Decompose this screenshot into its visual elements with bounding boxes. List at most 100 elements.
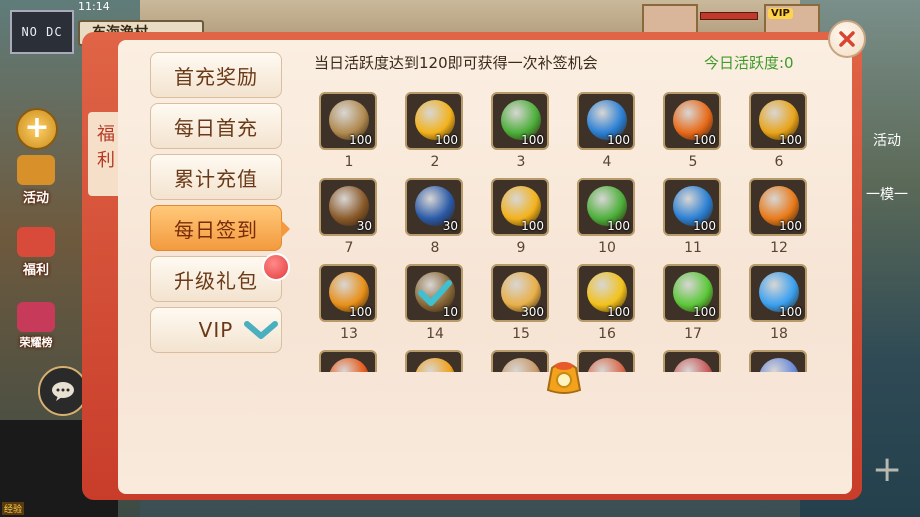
player-hp-bar [700,12,758,20]
reward-quantity: 10 [442,305,458,319]
reward-slot[interactable] [491,350,549,372]
day-number: 8 [430,240,440,256]
reward-cell[interactable]: 100 11 [650,170,736,256]
reward-cell[interactable]: 100 13 [306,256,392,342]
reward-quantity: 100 [349,305,372,319]
reward-cell[interactable]: 100 18 [736,256,820,342]
reward-slot[interactable] [405,350,463,372]
menu-label: 每日首充 [174,115,258,140]
reward-slot[interactable]: 100 [749,92,807,150]
reward-cell[interactable] [736,342,820,372]
reward-cell[interactable]: 100 9 [478,170,564,256]
panel-side-title: 福利 [97,124,115,171]
reward-slot[interactable] [749,350,807,372]
reward-slot[interactable]: 100 [577,92,635,150]
fire-orb-icon [329,358,369,372]
reward-slot[interactable]: 100 [577,178,635,236]
reward-cell[interactable]: 100 16 [564,256,650,342]
day-number: 7 [344,240,354,256]
close-icon [839,31,855,47]
day-number: 10 [598,240,616,256]
menu-daily-first-recharge[interactable]: 每日首充 [150,103,282,149]
daily-activity-value: 今日活跃度:0 [704,54,794,72]
reward-quantity: 100 [521,219,544,233]
reward-quantity: 100 [693,219,716,233]
chevron-down-icon[interactable] [244,320,278,340]
reward-slot[interactable]: 100 [577,264,635,322]
menu-label: 每日签到 [174,217,258,242]
menu-label: 升级礼包 [174,268,258,293]
reward-cell[interactable]: 100 2 [392,84,478,170]
reward-cell[interactable]: 100 12 [736,170,820,256]
reward-cell[interactable]: 100 3 [478,84,564,170]
reward-cell[interactable]: 100 4 [564,84,650,170]
mask-icon [673,358,713,372]
reward-slot[interactable]: 300 [491,264,549,322]
reward-cell[interactable]: 100 5 [650,84,736,170]
reward-slot[interactable]: 100 [749,264,807,322]
claimed-check-icon [418,280,452,306]
reward-quantity: 100 [693,305,716,319]
reward-slot[interactable]: 100 [491,92,549,150]
reward-slot[interactable]: 100 [663,92,721,150]
exp-tag: 经验 [2,502,25,515]
day-number: 1 [344,154,354,170]
reward-slot[interactable]: 30 [405,178,463,236]
day-number: 14 [426,326,444,342]
active-arrow-icon [281,220,290,238]
reward-slot[interactable]: 100 [491,178,549,236]
chat-bubble-icon [52,382,74,401]
menu-label: 首充奖励 [174,64,258,89]
reward-cell[interactable]: 100 17 [650,256,736,342]
menu-cumulative-recharge[interactable]: 累计充值 [150,154,282,200]
reward-slot[interactable]: 100 [319,264,377,322]
day-number: 2 [430,154,440,170]
reward-slot[interactable]: 100 [663,178,721,236]
menu-first-recharge[interactable]: 首充奖励 [150,52,282,98]
right-menu-mode[interactable]: 一模一 [854,184,920,204]
chat-button[interactable] [38,366,88,416]
activity-bag-icon [17,155,55,185]
side-button-honor[interactable]: 荣耀榜 [8,296,64,350]
reward-slot[interactable]: 100 [749,178,807,236]
day-number: 4 [602,154,612,170]
day-number: 5 [688,154,698,170]
reward-cell[interactable]: 100 10 [564,170,650,256]
reward-slot[interactable]: 100 [405,92,463,150]
blade-icon [759,358,799,372]
reward-cell[interactable] [392,342,478,372]
reward-cell[interactable] [306,342,392,372]
right-menu-activity[interactable]: 活动 [854,130,920,150]
reward-slot[interactable]: 100 [663,264,721,322]
expand-plus-icon[interactable]: + [16,108,58,150]
reward-cell[interactable]: 30 7 [306,170,392,256]
menu-label: 累计充值 [174,166,258,191]
reward-cell[interactable]: 300 15 [478,256,564,342]
reward-quantity: 30 [442,219,458,233]
reward-slot[interactable]: 100 [319,92,377,150]
day-number: 15 [512,326,530,342]
token-icon [501,358,541,372]
reward-cell[interactable]: 100 6 [736,84,820,170]
right-plus-icon[interactable]: + [872,452,902,488]
reward-slot[interactable] [319,350,377,372]
checkin-reward-grid: 100 1 100 2 100 3 100 4 100 5 100 6 30 7 30 8 100 9 100 10 1… [306,84,820,372]
day-number: 11 [684,240,702,256]
day-number: 13 [340,326,358,342]
menu-label: VIP [198,318,234,342]
side-button-welfare[interactable]: 福利 [8,224,64,278]
reward-quantity: 100 [607,305,630,319]
close-button[interactable] [828,20,866,58]
day-number: 12 [770,240,788,256]
side-button-activity[interactable]: 活动 [8,152,64,206]
reward-bag-icon[interactable] [542,356,586,396]
reward-cell[interactable] [650,342,736,372]
reward-slot[interactable] [663,350,721,372]
reward-cell[interactable]: 30 8 [392,170,478,256]
reward-slot[interactable]: 30 [319,178,377,236]
reward-cell[interactable]: 10 14 [392,256,478,342]
reward-slot[interactable]: 10 [405,264,463,322]
reward-cell[interactable]: 100 1 [306,84,392,170]
menu-daily-checkin[interactable]: 每日签到 [150,205,290,251]
reward-quantity: 30 [356,219,372,233]
